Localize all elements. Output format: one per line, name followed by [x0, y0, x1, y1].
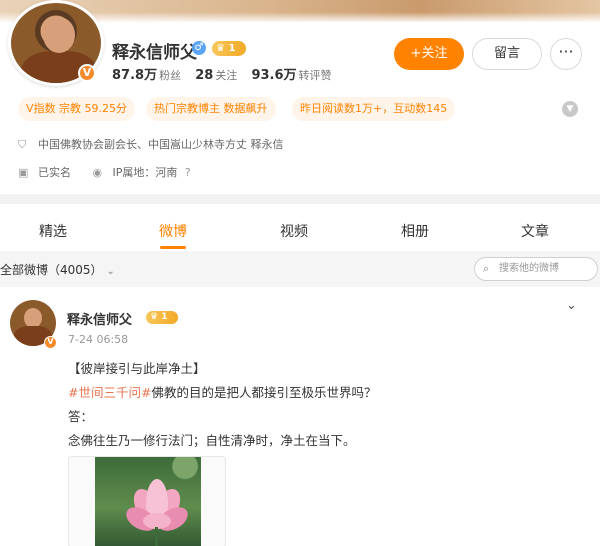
ip-location: IP属地：河南 — [112, 166, 178, 179]
profile-stats: 87.8万 粉丝 28 关注 93.6万 转评赞 — [112, 64, 342, 83]
description-row: ⛉ 中国佛教协会副会长、中国嵩山少林寺方丈 释永信 — [18, 136, 284, 152]
vip-level: 1 — [161, 312, 168, 322]
reading-stats-chip[interactable]: 昨日阅读数1万+，互动数145 — [292, 97, 456, 121]
verified-badge-icon: V — [78, 64, 96, 82]
more-options-button[interactable]: ··· — [550, 38, 582, 70]
chevron-down-icon: ⌄ — [106, 266, 115, 277]
post-author-name[interactable]: 释永信师父 — [67, 309, 132, 328]
feed-title: 全部微博（4005） — [0, 263, 103, 277]
engagement-label: 转评赞 — [298, 69, 332, 82]
expand-chevron-icon[interactable]: ▼ — [562, 101, 578, 117]
message-button[interactable]: 留言 — [472, 38, 542, 70]
id-card-icon: ▣ — [18, 166, 29, 179]
search-icon: ⌕ — [483, 262, 490, 275]
post-question-line: #世间三千问#佛教的目的是把人都接引至极乐世界吗？ — [68, 382, 376, 401]
vip-crown-badge[interactable]: ♛ 1 — [212, 41, 246, 56]
location-icon: ◉ — [92, 166, 103, 179]
feed-filter-dropdown[interactable]: 全部微博（4005） ⌄ — [0, 261, 115, 278]
tab-videos[interactable]: 视频 — [280, 221, 308, 241]
help-icon[interactable]: ? — [185, 166, 191, 179]
tab-weibo[interactable]: 微博 — [159, 221, 187, 241]
post-answer-label: 答： — [68, 409, 94, 424]
tab-albums[interactable]: 相册 — [401, 221, 429, 241]
followers-count[interactable]: 87.8万 — [112, 68, 157, 83]
post-timestamp[interactable]: 7-24 06:58 — [68, 333, 128, 346]
post-image-lotus[interactable] — [68, 456, 226, 546]
followers-label: 粉丝 — [159, 69, 182, 82]
v-index-chip[interactable]: V指数 宗教 59.25分 — [18, 97, 136, 121]
post-title: 【彼岸接引与此岸净土】 — [68, 361, 206, 376]
search-placeholder: 搜索他的微博 — [499, 263, 559, 274]
engagement-count: 93.6万 — [251, 68, 297, 83]
vip-level: 1 — [228, 43, 236, 54]
search-input[interactable]: ⌕ 搜索他的微博 — [474, 257, 598, 281]
post-question: 佛教的目的是把人都接引至极乐世界吗？ — [151, 385, 377, 400]
profile-description: 中国佛教协会副会长、中国嵩山少林寺方丈 释永信 — [38, 138, 284, 151]
active-tab-indicator — [160, 246, 186, 249]
lotus-flower-icon — [126, 479, 188, 546]
avatar-face — [43, 17, 75, 53]
following-label: 关注 — [215, 69, 238, 82]
identity-row: ▣ 已实名 ◉ IP属地：河南 ? — [18, 164, 191, 180]
avatar-face — [24, 308, 42, 328]
following-count[interactable]: 28 — [195, 68, 213, 83]
verified-badge-icon: V — [44, 336, 57, 349]
shield-icon: ⛉ — [18, 138, 27, 151]
real-name-status: 已实名 — [38, 166, 71, 179]
post-menu-chevron-icon[interactable]: ⌄ — [566, 298, 577, 313]
follow-button[interactable]: +关注 — [394, 38, 464, 70]
tab-articles[interactable]: 文章 — [521, 221, 549, 241]
post-answer: 念佛往生乃一修行法门；自性清净时，净土在当下。 — [68, 433, 356, 448]
profile-name: 释永信师父 — [112, 43, 197, 63]
section-divider — [0, 194, 600, 204]
hashtag-link[interactable]: #世间三千问# — [68, 385, 151, 400]
tab-featured[interactable]: 精选 — [39, 221, 67, 241]
vip-crown-badge[interactable]: ♛ 1 — [146, 311, 178, 324]
hot-blogger-chip[interactable]: 热门宗教博主 数据飙升 — [146, 97, 276, 121]
male-gender-icon: ♂ — [192, 41, 206, 55]
